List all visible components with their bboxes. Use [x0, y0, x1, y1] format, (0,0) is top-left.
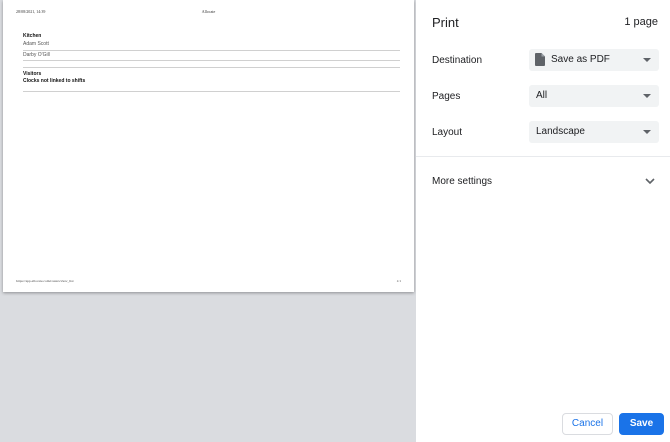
header-date: 28/08/2021, 14:39	[16, 9, 46, 14]
print-preview-area: 28/08/2021, 14:39 Allocate Kitchen Adam …	[0, 0, 416, 442]
list-item: Adam Scott	[23, 40, 400, 51]
preview-page: 28/08/2021, 14:39 Allocate Kitchen Adam …	[3, 0, 414, 292]
page-header: 28/08/2021, 14:39 Allocate	[16, 9, 401, 17]
caret-down-icon	[643, 130, 651, 134]
footer-page-number: 1/1	[396, 279, 401, 283]
layout-value: Landscape	[536, 126, 585, 137]
section-title-kitchen: Kitchen	[23, 33, 42, 39]
save-button[interactable]: Save	[619, 413, 664, 435]
more-settings-toggle[interactable]: More settings	[432, 176, 492, 187]
pages-value: All	[536, 90, 548, 101]
pages-label: Pages	[432, 91, 461, 102]
caret-down-icon	[643, 58, 651, 62]
divider	[416, 156, 670, 157]
print-settings-panel: Print 1 page Destination Save as PDF Pag…	[416, 0, 670, 442]
section-title-visitors: Visitors	[23, 71, 42, 77]
page-body: Kitchen Adam Scott Darby O'Gill Visitors…	[23, 33, 400, 92]
destination-select[interactable]: Save as PDF	[529, 49, 659, 71]
header-title: Allocate	[201, 9, 216, 14]
layout-select[interactable]: Landscape	[529, 121, 659, 143]
list-item: Darby O'Gill	[23, 51, 400, 61]
section-title-clocks: Clocks not linked to shifts	[23, 78, 86, 84]
layout-label: Layout	[432, 127, 463, 138]
list-item-blank	[23, 61, 400, 68]
destination-label: Destination	[432, 55, 483, 66]
print-title: Print	[432, 15, 459, 30]
destination-value: Save as PDF	[551, 54, 610, 65]
page-count: 1 page	[624, 16, 658, 28]
cancel-button[interactable]: Cancel	[562, 413, 613, 435]
caret-down-icon	[643, 94, 651, 98]
page-footer: https://app.allocate.com/rosters/view_li…	[16, 279, 401, 285]
list-item-blank	[23, 85, 400, 92]
pages-select[interactable]: All	[529, 85, 659, 107]
chevron-down-icon[interactable]	[644, 175, 656, 187]
document-icon	[535, 53, 545, 66]
footer-url: https://app.allocate.com/rosters/view_li…	[16, 279, 74, 283]
